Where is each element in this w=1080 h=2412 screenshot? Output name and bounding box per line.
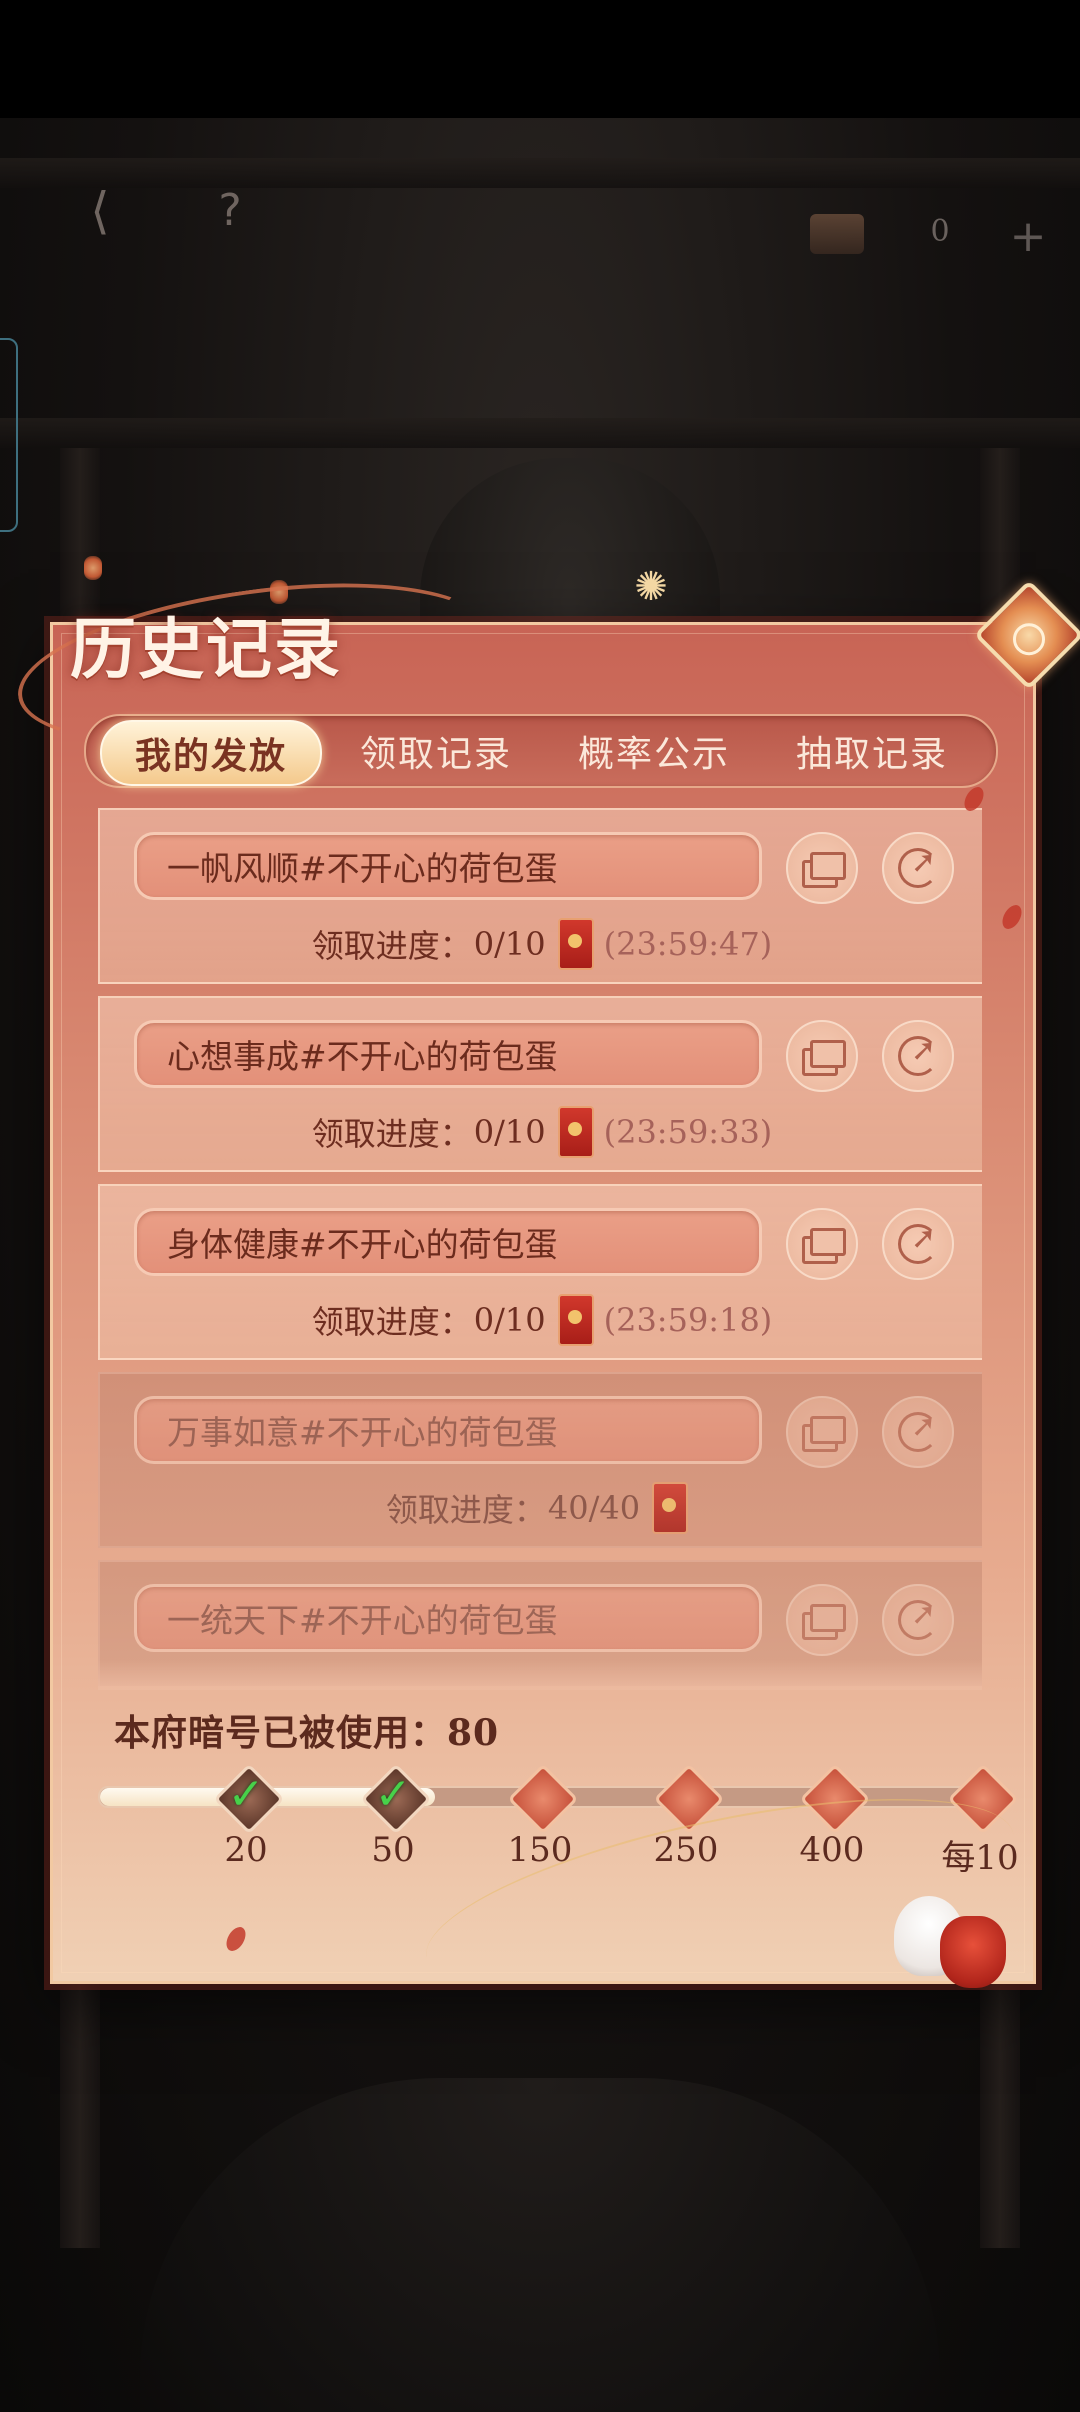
record-list[interactable]: 一帆风顺#不开心的荷包蛋 领取进度： 0/10 (23:59:47) 心想事成#… (98, 808, 982, 1686)
lucky-bag-icon (940, 1916, 1006, 1988)
progress-value: 40/40 (547, 1489, 641, 1527)
record-progress: 领取进度： 0/10 (23:59:33) (100, 1106, 982, 1158)
countdown-timer: (23:59:18) (603, 1301, 773, 1339)
milestone-label: 250 (653, 1830, 719, 1870)
share-button[interactable] (882, 1396, 954, 1468)
record-name: 一统天下#不开心的荷包蛋 (134, 1584, 762, 1652)
copy-icon (802, 1604, 846, 1640)
red-envelope-icon (557, 1294, 594, 1346)
red-envelope-icon (557, 1106, 594, 1158)
record-progress: 领取进度： 0/10 (23:59:47) (100, 918, 982, 970)
progress-label: 领取进度： (385, 1491, 546, 1529)
copy-button[interactable] (786, 1584, 858, 1656)
milestone-label: 50 (371, 1830, 415, 1870)
screen: ⟨ ? 0 + 历史记录 ✺ 我的发放 领取记录 概率公示 抽取记录 一帆风顺#… (0, 0, 1080, 2412)
panel-title: 历史记录 (70, 610, 342, 688)
copy-icon (802, 852, 846, 888)
tab-probability[interactable]: 概率公示 (554, 720, 754, 782)
milestone-label: 每10 (941, 1838, 1019, 1878)
progress-label: 领取进度： (311, 1303, 472, 1341)
copy-icon (802, 1228, 846, 1264)
copy-button[interactable] (786, 1020, 858, 1092)
share-button[interactable] (882, 1208, 954, 1280)
record-name: 一帆风顺#不开心的荷包蛋 (134, 832, 762, 900)
chest-icon (810, 214, 864, 254)
check-icon: ✓ (227, 1769, 265, 1820)
record-item: 一帆风顺#不开心的荷包蛋 领取进度： 0/10 (23:59:47) (98, 808, 982, 984)
red-envelope-icon (557, 918, 594, 970)
tab-draw-records[interactable]: 抽取记录 (772, 720, 972, 782)
progress-label: 领取进度： (311, 927, 472, 965)
share-icon (898, 1221, 938, 1264)
question-icon: ? (218, 184, 242, 236)
copy-button[interactable] (786, 1396, 858, 1468)
record-name: 万事如意#不开心的荷包蛋 (134, 1396, 762, 1464)
tab-my-issued[interactable]: 我的发放 (100, 720, 322, 786)
currency-value: 0 (930, 214, 950, 249)
check-icon: ✓ (374, 1769, 412, 1820)
copy-button[interactable] (786, 832, 858, 904)
share-icon (898, 1409, 938, 1452)
share-icon (898, 845, 938, 888)
milestone-label: 150 (507, 1830, 573, 1870)
record-item: 身体健康#不开心的荷包蛋 领取进度： 0/10 (23:59:18) (98, 1184, 982, 1360)
copy-icon (802, 1040, 846, 1076)
copy-icon (802, 1416, 846, 1452)
record-name: 心想事成#不开心的荷包蛋 (134, 1020, 762, 1088)
back-button[interactable]: ⟨ (62, 178, 138, 244)
milestone-label: 400 (799, 1830, 865, 1870)
countdown-timer: (23:59:47) (603, 925, 773, 963)
record-item: 心想事成#不开心的荷包蛋 领取进度： 0/10 (23:59:33) (98, 996, 982, 1172)
share-button[interactable] (882, 1020, 954, 1092)
add-currency-button[interactable]: + (998, 206, 1058, 266)
milestone-label: 20 (224, 1830, 268, 1870)
tab-bar: 我的发放 领取记录 概率公示 抽取记录 (84, 714, 998, 788)
share-button[interactable] (882, 832, 954, 904)
progress-value: 0/10 (473, 1301, 546, 1339)
firework-icon: ✺ (634, 564, 668, 610)
help-button[interactable]: ? (200, 180, 260, 240)
share-icon (898, 1597, 938, 1640)
tab-claim-records[interactable]: 领取记录 (336, 720, 536, 782)
copy-button[interactable] (786, 1208, 858, 1280)
countdown-timer: (23:59:33) (603, 1113, 773, 1151)
share-button[interactable] (882, 1584, 954, 1656)
plus-icon: + (1009, 210, 1047, 262)
usage-count-text: 本府暗号已被使用：80 (114, 1712, 500, 1754)
record-item: 万事如意#不开心的荷包蛋 领取进度： 40/40 (98, 1372, 982, 1548)
record-name: 身体健康#不开心的荷包蛋 (134, 1208, 762, 1276)
back-arrow-icon: ⟨ (90, 182, 110, 240)
list-fade (98, 1660, 982, 1690)
share-icon (898, 1033, 938, 1076)
red-envelope-icon (652, 1482, 689, 1534)
progress-label: 领取进度： (311, 1115, 472, 1153)
progress-value: 0/10 (473, 925, 546, 963)
record-progress: 领取进度： 40/40 (100, 1482, 982, 1534)
record-progress: 领取进度： 0/10 (23:59:18) (100, 1294, 982, 1346)
progress-value: 0/10 (473, 1113, 546, 1151)
side-tab[interactable] (0, 338, 18, 532)
